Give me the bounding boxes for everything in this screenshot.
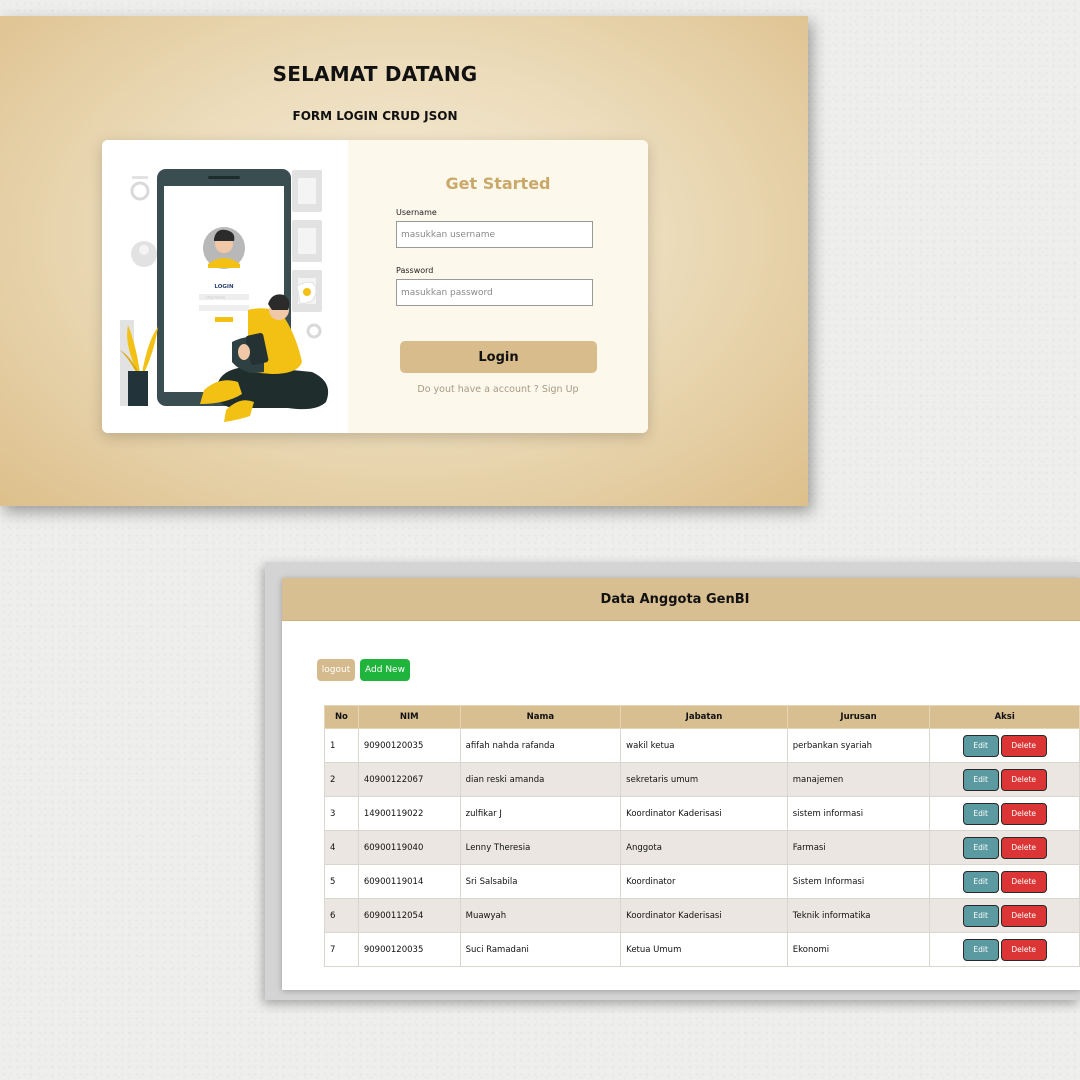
cell-jurusan: sistem informasi (786, 796, 931, 831)
cell-jabatan: wakil ketua (620, 728, 788, 763)
cell-nim: 90900120035 (357, 932, 461, 967)
cell-jabatan: Koordinator Kaderisasi (620, 796, 788, 831)
phone-login-text: LOGIN (214, 284, 234, 290)
add-new-button[interactable]: Add New (360, 659, 410, 681)
username-label: Username (396, 208, 437, 217)
delete-button[interactable]: Delete (1000, 938, 1047, 961)
cell-jurusan: perbankan syariah (786, 728, 931, 763)
login-form: Get Started Username Password Login Do y… (348, 140, 648, 433)
members-table: No NIM Nama Jabatan Jurusan Aksi 1 90900… (324, 705, 1080, 967)
column-header-jabatan: Jabatan (620, 705, 788, 729)
cell-nim: 14900119022 (357, 796, 461, 831)
cell-jabatan: Anggota (620, 830, 788, 865)
edit-button[interactable]: Edit (962, 734, 999, 757)
cell-nama: Sri Salsabila (459, 864, 622, 899)
cell-no: 6 (324, 898, 359, 933)
edit-button[interactable]: Edit (962, 802, 999, 825)
cell-jabatan: Koordinator Kaderisasi (620, 898, 788, 933)
delete-button[interactable]: Delete (1000, 802, 1047, 825)
welcome-title: SELAMAT DATANG (272, 62, 478, 86)
cell-jabatan: Ketua Umum (620, 932, 788, 967)
username-input[interactable] (396, 221, 593, 248)
column-header-no: No (324, 705, 359, 729)
members-panel: Data Anggota GenBI logout Add New No NIM… (282, 578, 1080, 990)
login-button[interactable]: Login (400, 341, 597, 373)
cell-aksi: Edit Delete (929, 864, 1080, 899)
delete-button[interactable]: Delete (1000, 836, 1047, 859)
edit-button[interactable]: Edit (962, 870, 999, 893)
table-row: 2 40900122067 dian reski amanda sekretar… (324, 762, 1080, 797)
table-row: 1 90900120035 afifah nahda rafanda wakil… (324, 728, 1080, 763)
password-input[interactable] (396, 279, 593, 306)
page-title: Data Anggota GenBI (600, 592, 750, 607)
cell-no: 3 (324, 796, 359, 831)
column-header-aksi: Aksi (929, 705, 1080, 729)
cell-aksi: Edit Delete (929, 898, 1080, 933)
login-card: LOGIN Username Get Started Username masu… (102, 140, 648, 433)
logout-button[interactable]: logout (317, 659, 355, 681)
cell-nim: 60900119014 (357, 864, 461, 899)
panel-header: Data Anggota GenBI (282, 578, 1080, 621)
cell-nim: 60900119040 (357, 830, 461, 865)
cell-nama: zulfikar J (459, 796, 622, 831)
cell-aksi: Edit Delete (929, 830, 1080, 865)
column-header-nim: NIM (357, 705, 461, 729)
signup-prompt-text: Do yout have a account ? (417, 384, 539, 395)
password-label: Password (396, 266, 434, 275)
cell-aksi: Edit Delete (929, 762, 1080, 797)
cell-jurusan: Ekonomi (786, 932, 931, 967)
delete-button[interactable]: Delete (1000, 768, 1047, 791)
signup-prompt: Do yout have a account ? Sign Up (348, 384, 648, 395)
cell-no: 5 (324, 864, 359, 899)
cell-aksi: Edit Delete (929, 932, 1080, 967)
signup-link[interactable]: Sign Up (542, 384, 579, 395)
edit-button[interactable]: Edit (962, 836, 999, 859)
cell-nama: afifah nahda rafanda (459, 728, 622, 763)
cell-no: 1 (324, 728, 359, 763)
delete-button[interactable]: Delete (1000, 904, 1047, 927)
cell-nama: Suci Ramadani (459, 932, 622, 967)
table-row: 6 60900112054 Muawyah Koordinator Kaderi… (324, 898, 1080, 933)
column-header-jurusan: Jurusan (786, 705, 931, 729)
cell-nim: 60900112054 (357, 898, 461, 933)
cell-nama: dian reski amanda (459, 762, 622, 797)
form-heading: Get Started (445, 174, 551, 193)
table-row: 3 14900119022 zulfikar J Koordinator Kad… (324, 796, 1080, 831)
login-subtitle: FORM LOGIN CRUD JSON (292, 109, 458, 123)
cell-aksi: Edit Delete (929, 728, 1080, 763)
cell-nim: 40900122067 (357, 762, 461, 797)
cell-no: 7 (324, 932, 359, 967)
login-screenshot: SELAMAT DATANG FORM LOGIN CRUD JSON LOGI… (0, 16, 808, 506)
table-header-row: No NIM Nama Jabatan Jurusan Aksi (324, 705, 1080, 729)
cell-jurusan: Sistem Informasi (786, 864, 931, 899)
cell-nama: Lenny Theresia (459, 830, 622, 865)
phone-username-text: Username (206, 295, 226, 300)
table-row: 4 60900119040 Lenny Theresia Anggota Far… (324, 830, 1080, 865)
cell-nama: Muawyah (459, 898, 622, 933)
cell-no: 2 (324, 762, 359, 797)
edit-button[interactable]: Edit (962, 938, 999, 961)
cell-jurusan: Farmasi (786, 830, 931, 865)
table-row: 5 60900119014 Sri Salsabila Koordinator … (324, 864, 1080, 899)
cell-jabatan: Koordinator (620, 864, 788, 899)
edit-button[interactable]: Edit (962, 768, 999, 791)
person-with-phone-illustration: LOGIN Username (120, 169, 329, 422)
members-screenshot: Data Anggota GenBI logout Add New No NIM… (265, 562, 1080, 1000)
cell-nim: 90900120035 (357, 728, 461, 763)
column-header-nama: Nama (459, 705, 622, 729)
delete-button[interactable]: Delete (1000, 734, 1047, 757)
cell-jurusan: Teknik informatika (786, 898, 931, 933)
delete-button[interactable]: Delete (1000, 870, 1047, 893)
cell-aksi: Edit Delete (929, 796, 1080, 831)
table-row: 7 90900120035 Suci Ramadani Ketua Umum E… (324, 932, 1080, 967)
cell-jurusan: manajemen (786, 762, 931, 797)
edit-button[interactable]: Edit (962, 904, 999, 927)
cell-no: 4 (324, 830, 359, 865)
cell-jabatan: sekretaris umum (620, 762, 788, 797)
login-illustration: LOGIN Username (102, 140, 348, 433)
